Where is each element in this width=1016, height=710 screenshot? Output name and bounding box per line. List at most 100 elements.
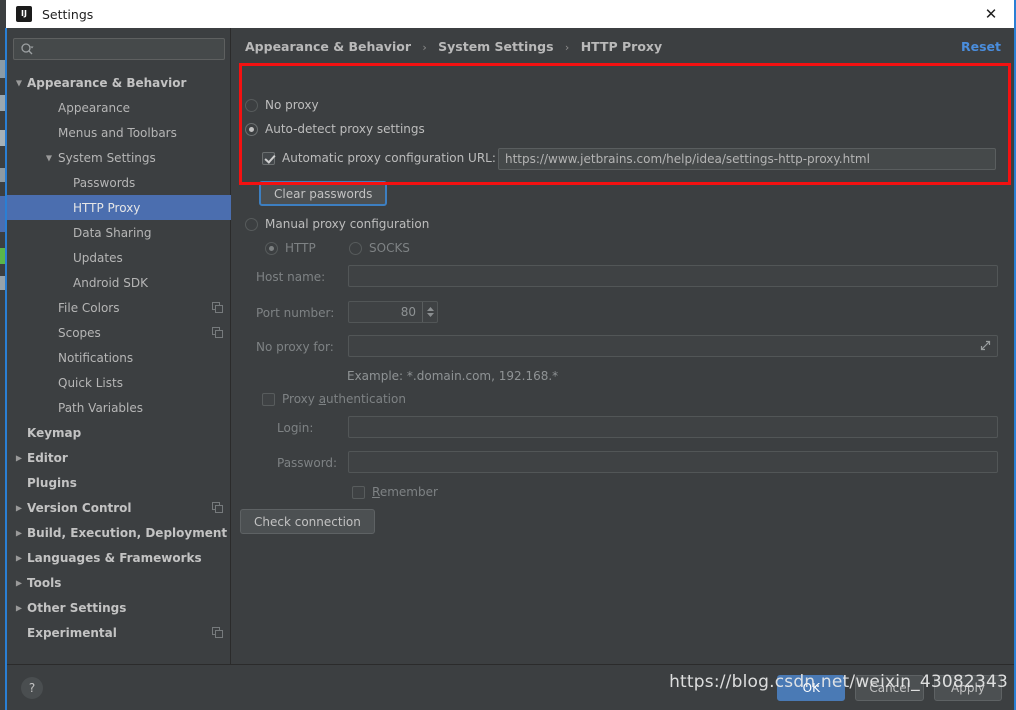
no-proxy-radio[interactable] xyxy=(245,98,258,112)
sidebar-item-build-execution-deployment[interactable]: ▶ Build, Execution, Deployment xyxy=(7,520,231,545)
sidebar-item-label: Passwords xyxy=(73,175,136,190)
sidebar-item-file-colors[interactable]: File Colors xyxy=(7,295,231,320)
auto-config-url-checkbox[interactable] xyxy=(262,151,275,165)
chevron-right-icon[interactable]: ▶ xyxy=(13,578,25,587)
copy-settings-icon[interactable] xyxy=(212,502,223,513)
login-input[interactable] xyxy=(348,416,998,438)
http-protocol-option[interactable]: HTTP xyxy=(265,241,316,255)
sidebar-item-label: Path Variables xyxy=(58,400,144,415)
breadcrumb: Appearance & Behavior › System Settings … xyxy=(245,39,662,54)
copy-settings-icon[interactable] xyxy=(212,327,223,338)
socks-radio[interactable] xyxy=(349,241,362,255)
sidebar-item-label: Android SDK xyxy=(73,275,148,290)
reset-link[interactable]: Reset xyxy=(961,39,1001,54)
apply-button[interactable]: Apply xyxy=(934,675,1002,701)
sidebar-item-scopes[interactable]: Scopes xyxy=(7,320,231,345)
proxy-authentication-row[interactable]: Proxy authentication xyxy=(262,392,406,406)
sidebar-item-label: Data Sharing xyxy=(73,225,152,240)
manual-proxy-option[interactable]: Manual proxy configuration xyxy=(245,217,429,231)
chevron-right-icon[interactable]: ▶ xyxy=(13,453,25,462)
auto-config-url-input[interactable]: https://www.jetbrains.com/help/idea/sett… xyxy=(498,148,996,170)
sidebar-item-path-variables[interactable]: Path Variables xyxy=(7,395,231,420)
settings-dialog: ▼ Appearance & Behavior Appearance Menus an… xyxy=(7,28,1014,710)
no-proxy-option[interactable]: No proxy xyxy=(245,98,319,112)
auto-config-url-label: Automatic proxy configuration URL: xyxy=(282,151,496,165)
breadcrumb-separator: › xyxy=(564,41,570,54)
sidebar-item-label: Plugins xyxy=(27,475,77,490)
sidebar-item-keymap[interactable]: Keymap xyxy=(7,420,231,445)
remember-checkbox[interactable] xyxy=(352,485,365,499)
auto-detect-proxy-option[interactable]: Auto-detect proxy settings xyxy=(245,122,425,136)
sidebar-item-system-settings[interactable]: ▼ System Settings xyxy=(7,145,231,170)
breadcrumb-item-appearance-behavior[interactable]: Appearance & Behavior xyxy=(245,39,411,54)
sidebar-item-languages-frameworks[interactable]: ▶ Languages & Frameworks xyxy=(7,545,231,570)
host-name-label: Host name: xyxy=(256,270,326,284)
sidebar-item-experimental[interactable]: Experimental xyxy=(7,620,231,645)
sidebar-item-label: System Settings xyxy=(58,150,156,165)
sidebar-item-data-sharing[interactable]: Data Sharing xyxy=(7,220,231,245)
close-icon[interactable]: ✕ xyxy=(968,0,1014,28)
expand-icon[interactable] xyxy=(980,340,991,354)
search-input[interactable] xyxy=(38,42,218,56)
sidebar-item-android-sdk[interactable]: Android SDK xyxy=(7,270,231,295)
search-icon xyxy=(20,42,34,56)
chevron-down-icon[interactable]: ▼ xyxy=(43,153,55,162)
sidebar-item-editor[interactable]: ▶ Editor xyxy=(7,445,231,470)
password-input[interactable] xyxy=(348,451,998,473)
chevron-right-icon[interactable]: ▶ xyxy=(13,553,25,562)
sidebar-item-notifications[interactable]: Notifications xyxy=(7,345,231,370)
clear-passwords-button[interactable]: Clear passwords xyxy=(259,181,388,206)
no-proxy-for-label: No proxy for: xyxy=(256,340,334,354)
proxy-authentication-label: Proxy authentication xyxy=(282,392,406,406)
search-field[interactable] xyxy=(13,38,225,60)
sidebar-item-label: Editor xyxy=(27,450,68,465)
sidebar-item-label: Tools xyxy=(27,575,62,590)
no-proxy-for-input[interactable] xyxy=(348,335,998,357)
remember-label: Remember xyxy=(372,485,438,499)
copy-settings-icon[interactable] xyxy=(212,302,223,313)
manual-proxy-radio[interactable] xyxy=(245,217,258,231)
breadcrumb-item-system-settings[interactable]: System Settings xyxy=(438,39,553,54)
http-radio[interactable] xyxy=(265,241,278,255)
port-number-value: 80 xyxy=(400,305,416,319)
intellij-idea-icon xyxy=(16,6,32,22)
sidebar-item-label: Other Settings xyxy=(27,600,127,615)
sidebar-item-label: Experimental xyxy=(27,625,117,640)
proxy-authentication-checkbox[interactable] xyxy=(262,392,275,406)
help-button[interactable]: ? xyxy=(21,677,43,699)
spinner-arrows-icon[interactable] xyxy=(422,302,437,322)
proxy-auth-label-mnemonic: a xyxy=(318,392,327,406)
sidebar-item-tools[interactable]: ▶ Tools xyxy=(7,570,231,595)
check-connection-button[interactable]: Check connection xyxy=(240,509,375,534)
socks-protocol-option[interactable]: SOCKS xyxy=(349,241,410,255)
title-bar: Settings ✕ xyxy=(6,0,1014,28)
chevron-down-icon[interactable]: ▼ xyxy=(13,78,25,87)
ok-button[interactable]: OK xyxy=(777,675,846,701)
sidebar-item-version-control[interactable]: ▶ Version Control xyxy=(7,495,231,520)
chevron-right-icon[interactable]: ▶ xyxy=(13,603,25,612)
chevron-right-icon[interactable]: ▶ xyxy=(13,528,25,537)
sidebar-item-appearance[interactable]: Appearance xyxy=(7,95,231,120)
sidebar-item-passwords[interactable]: Passwords xyxy=(7,170,231,195)
copy-settings-icon[interactable] xyxy=(212,627,223,638)
proxy-auth-label-post: uthentication xyxy=(326,392,406,406)
chevron-right-icon[interactable]: ▶ xyxy=(13,503,25,512)
remember-row[interactable]: Remember xyxy=(352,485,438,499)
dialog-action-buttons: OK Cancel Apply xyxy=(777,675,1002,701)
sidebar-item-other-settings[interactable]: ▶ Other Settings xyxy=(7,595,231,620)
sidebar-item-appearance-behavior[interactable]: ▼ Appearance & Behavior xyxy=(7,70,231,95)
manual-proxy-label: Manual proxy configuration xyxy=(265,217,430,231)
sidebar-item-plugins[interactable]: Plugins xyxy=(7,470,231,495)
sidebar-item-http-proxy[interactable]: HTTP Proxy xyxy=(7,195,231,220)
window-title: Settings xyxy=(42,6,94,22)
sidebar-item-updates[interactable]: Updates xyxy=(7,245,231,270)
sidebar-item-quick-lists[interactable]: Quick Lists xyxy=(7,370,231,395)
cancel-button[interactable]: Cancel xyxy=(855,675,924,701)
port-number-label: Port number: xyxy=(256,306,335,320)
host-name-input[interactable] xyxy=(348,265,998,287)
port-number-spinner[interactable]: 80 xyxy=(348,301,438,323)
sidebar-item-menus-and-toolbars[interactable]: Menus and Toolbars xyxy=(7,120,231,145)
auto-detect-proxy-radio[interactable] xyxy=(245,122,258,136)
dialog-footer: ? OK Cancel Apply xyxy=(7,664,1014,710)
breadcrumb-item-http-proxy: HTTP Proxy xyxy=(580,39,663,54)
